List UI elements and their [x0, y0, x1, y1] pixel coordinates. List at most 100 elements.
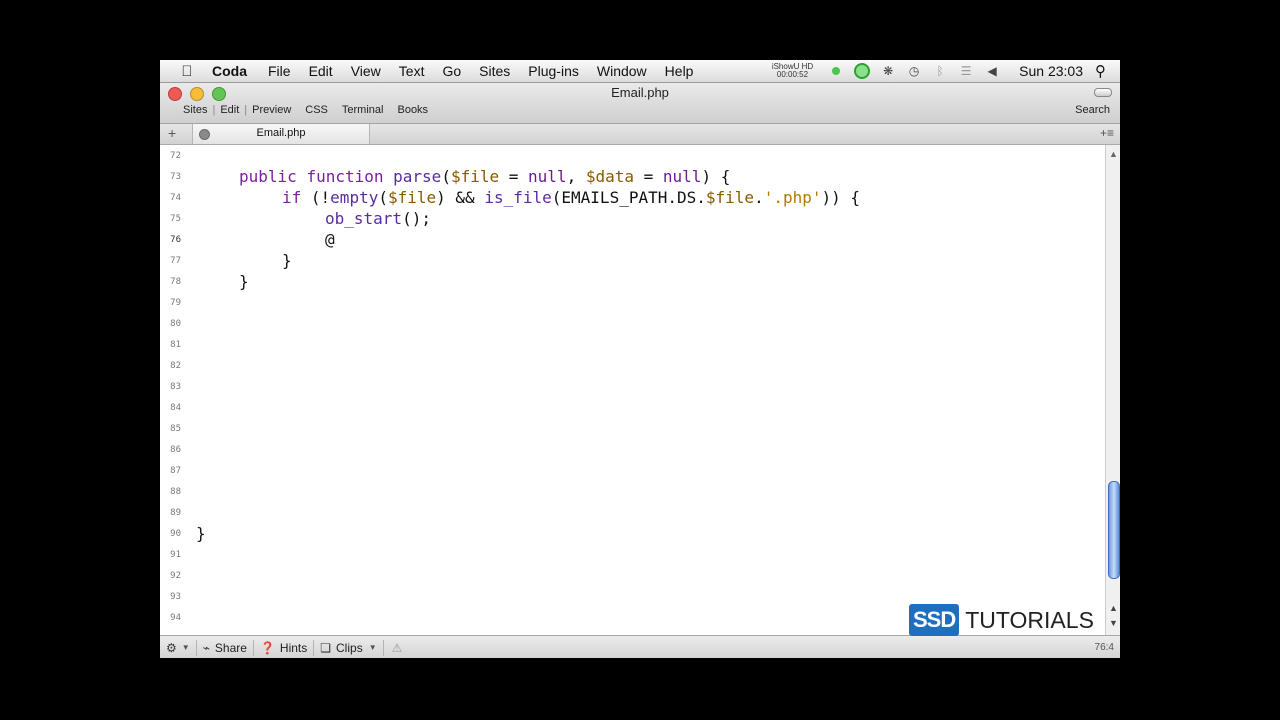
apple-icon[interactable]: 	[178, 63, 196, 80]
token-keyword: function	[306, 167, 384, 186]
token-punct: =	[499, 167, 529, 186]
tab-email-php[interactable]: Email.php	[192, 124, 370, 144]
token-variable: $file	[387, 188, 437, 207]
token-punct: ();	[402, 209, 431, 228]
menu-sites[interactable]: Sites	[470, 60, 519, 82]
code-line-90: }	[196, 524, 206, 543]
clips-icon: ❏	[320, 640, 332, 655]
mode-terminal[interactable]: Terminal	[338, 104, 388, 116]
chevron-down-icon: ▼	[181, 643, 190, 652]
hints-button[interactable]: ❓ Hints	[254, 641, 313, 655]
warning-icon[interactable]: ⚠	[392, 641, 403, 655]
recording-dot-icon[interactable]	[828, 63, 844, 79]
code-editor[interactable]: 72 73 74 75 76 77 78 79 80 81 82 83 84 8…	[160, 145, 1105, 635]
mode-books[interactable]: Books	[393, 104, 432, 116]
scroll-top-arrow-icon[interactable]: ▲	[1109, 149, 1118, 159]
hints-label: Hints	[279, 640, 308, 655]
line-number: 80	[170, 319, 181, 329]
ishowu-timer: 00:00:52	[776, 70, 809, 79]
menu-help[interactable]: Help	[656, 60, 703, 82]
line-number: 90	[170, 529, 181, 539]
token-variable: $file	[705, 188, 755, 207]
volume-icon[interactable]: ◀	[984, 63, 1000, 79]
line-number: 87	[170, 466, 181, 476]
menu-edit[interactable]: Edit	[300, 60, 342, 82]
line-number: 72	[170, 151, 181, 161]
sync-gear-icon[interactable]: ❋	[880, 63, 896, 79]
action-menu-button[interactable]: ⚙ ▼	[160, 641, 196, 655]
chevron-down-icon: ▼	[368, 643, 377, 652]
wifi-icon[interactable]: ☰	[958, 63, 974, 79]
line-number: 84	[170, 403, 181, 413]
code-line-76: @	[325, 230, 335, 249]
mode-edit[interactable]: Edit	[216, 104, 243, 116]
ishowu-status[interactable]: iShowU HD 00:00:52	[772, 63, 813, 79]
code-line-74: if (!empty($file) && is_file(EMAILS_PATH…	[282, 187, 860, 208]
menu-go[interactable]: Go	[433, 60, 470, 82]
tab-bar: + Email.php +≡	[160, 124, 1120, 145]
menu-file[interactable]: File	[259, 60, 300, 82]
spotlight-search-icon[interactable]: ⚲	[1095, 62, 1106, 80]
line-number-current: 76	[170, 235, 181, 245]
token-function: ob_start	[325, 209, 403, 228]
menu-bar:  Coda File Edit View Text Go Sites Plug…	[160, 60, 1120, 83]
mode-sites[interactable]: Sites	[179, 104, 211, 116]
line-number: 94	[170, 613, 181, 623]
token-null: null	[662, 167, 702, 186]
vertical-scrollbar[interactable]: ▲ ▲ ▼	[1105, 145, 1120, 635]
line-number: 91	[170, 550, 181, 560]
token-function: empty	[330, 188, 379, 207]
menu-app-name[interactable]: Coda	[206, 60, 259, 82]
menu-extras: iShowU HD 00:00:52 ❋ ◷ ᛒ ☰ ◀ Sun 23:03 ⚲	[772, 60, 1120, 82]
line-number: 74	[170, 193, 181, 203]
token-punct: (	[441, 167, 451, 186]
token-variable: $file	[450, 167, 500, 186]
toolbar-search-button[interactable]: Search	[1075, 104, 1110, 116]
scroll-up-arrow-icon[interactable]: ▲	[1109, 603, 1118, 613]
line-number: 82	[170, 361, 181, 371]
time-machine-icon[interactable]: ◷	[906, 63, 922, 79]
window-title: Email.php	[611, 85, 669, 100]
token-punct: (!	[301, 188, 331, 207]
token-punct: ,	[566, 167, 586, 186]
scroll-down-arrow-icon[interactable]: ▼	[1109, 618, 1118, 628]
line-number: 77	[170, 256, 181, 266]
line-number: 89	[170, 508, 181, 518]
line-number: 73	[170, 172, 181, 182]
bluetooth-icon[interactable]: ᛒ	[932, 63, 948, 79]
logo-text: TUTORIALS	[965, 606, 1094, 633]
cursor-position: 76:4	[1094, 642, 1114, 653]
help-icon: ❓	[259, 640, 275, 655]
menu-clock[interactable]: Sun 23:03	[1019, 63, 1083, 79]
mode-switcher: Sites | Edit | Preview CSS Terminal Book…	[179, 104, 432, 116]
share-label: Share	[214, 640, 247, 655]
token-punct: =	[634, 167, 663, 186]
token-variable: $data	[585, 167, 634, 186]
status-ring-icon[interactable]	[854, 63, 871, 79]
code-line-73: public function parse($file = null, $dat…	[239, 166, 730, 187]
token-null: null	[528, 167, 567, 186]
line-number: 78	[170, 277, 181, 287]
tab-list-menu-icon[interactable]: +≡	[1100, 126, 1114, 140]
menu-text[interactable]: Text	[390, 60, 434, 82]
line-number: 92	[170, 571, 181, 581]
menu-view[interactable]: View	[342, 60, 390, 82]
line-number: 88	[170, 487, 181, 497]
line-number-gutter: 72 73 74 75 76 77 78 79 80 81 82 83 84 8…	[160, 145, 188, 635]
scrollbar-thumb[interactable]	[1108, 481, 1120, 579]
code-line-75: ob_start();	[325, 208, 431, 229]
mode-preview[interactable]: Preview	[248, 104, 295, 116]
share-icon: ⌁	[202, 640, 210, 655]
new-tab-plus-icon[interactable]: +	[168, 125, 176, 141]
token-punct: ) &&	[436, 188, 485, 207]
menu-window[interactable]: Window	[588, 60, 656, 82]
line-number: 81	[170, 340, 181, 350]
clips-button[interactable]: ❏ Clips ▼	[314, 641, 382, 655]
code-line-77: }	[282, 251, 292, 270]
share-button[interactable]: ⌁ Share	[197, 641, 253, 655]
toolbar-toggle-button[interactable]	[1094, 88, 1112, 97]
menu-plugins[interactable]: Plug-ins	[519, 60, 588, 82]
token-punct: (	[378, 188, 388, 207]
tab-label: Email.php	[256, 127, 306, 139]
mode-css[interactable]: CSS	[301, 104, 332, 116]
